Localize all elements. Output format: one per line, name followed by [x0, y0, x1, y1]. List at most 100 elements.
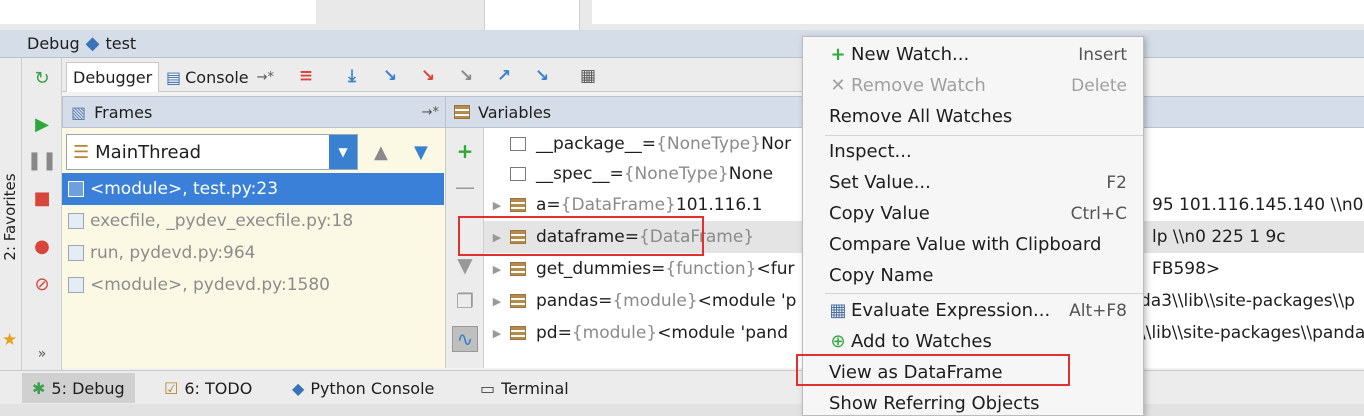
stop-icon[interactable]: ■: [30, 186, 54, 210]
frame-icon: [68, 213, 84, 229]
favorites-strip: 2: Favorites ★: [0, 58, 22, 370]
variables-icon: [454, 105, 470, 119]
variable-value-tail: da3\\lib\\site-packages\\p: [1140, 291, 1355, 311]
step-into-icon[interactable]: ↘: [378, 64, 402, 88]
variable-type: {DataFrame}: [560, 195, 676, 215]
bottom-tab-label: 5: Debug: [51, 378, 125, 398]
frame-item[interactable]: <module>, test.py:23: [62, 173, 444, 205]
thread-name: MainThread: [95, 141, 202, 163]
thread-icon: ☰: [73, 141, 90, 163]
copy-icon[interactable]: ❐: [452, 288, 478, 314]
expand-icon[interactable]: ▶: [488, 295, 506, 308]
menu-item-inspect[interactable]: Inspect...: [803, 136, 1143, 167]
view-breakpoints-icon[interactable]: ●: [30, 234, 54, 258]
thread-selector[interactable]: ☰ MainThread ▼: [66, 134, 358, 170]
frame-icon: [68, 181, 84, 197]
next-frame-icon[interactable]: ▼: [414, 142, 428, 163]
frame-item[interactable]: run, pydevd.py:964: [62, 237, 444, 269]
previous-frame-icon[interactable]: ▲: [374, 142, 388, 163]
expand-icon[interactable]: ▶: [488, 327, 506, 340]
tool-window-bar: ✱ 5: Debug ☑ 6: TODO ◆ Python Console ▭ …: [0, 370, 1364, 404]
bottom-tab-debug[interactable]: ✱ 5: Debug: [22, 373, 135, 403]
rerun-icon[interactable]: ↻: [30, 66, 54, 90]
tab-debugger[interactable]: Debugger: [66, 62, 160, 92]
step-out-icon[interactable]: ↗: [492, 64, 516, 88]
frames-header: ▧ Frames →*: [62, 96, 446, 128]
variable-value-tail: FB598>: [1152, 259, 1221, 279]
frame-item[interactable]: <module>, pydevd.py:1580: [62, 269, 444, 301]
menu-item-new-watch[interactable]: + New Watch... Insert: [803, 39, 1143, 70]
step-into-my-code-icon[interactable]: ↘: [416, 64, 440, 88]
editor-strip: [0, 0, 1364, 30]
variable-icon: [510, 326, 526, 340]
variable-icon: [510, 198, 526, 212]
add-watches-icon: ⊕: [830, 331, 846, 352]
field-icon: [510, 167, 526, 181]
bug-icon: ✱: [32, 378, 46, 398]
console-icon: ▤: [166, 67, 182, 87]
remove-watch-icon: ✕: [830, 75, 846, 96]
expand-icon[interactable]: ▶: [488, 199, 506, 212]
step-over-icon[interactable]: ⤓: [340, 64, 364, 88]
menu-item-copy-name[interactable]: Copy Name: [803, 260, 1143, 291]
variable-icon: [510, 294, 526, 308]
show-execution-point-icon[interactable]: ≡: [294, 64, 318, 88]
debug-title: Debug: [27, 34, 80, 53]
force-step-into-icon[interactable]: ↘: [454, 64, 478, 88]
menu-item-evaluate-expression[interactable]: ▦ Evaluate Expression... Alt+F8: [803, 295, 1143, 326]
menu-item-remove-all-watches[interactable]: Remove All Watches: [803, 101, 1143, 132]
todo-icon: ☑: [164, 378, 179, 398]
star-icon: ★: [2, 330, 18, 350]
pause-icon[interactable]: ❚❚: [27, 148, 57, 172]
frame-icon: [68, 245, 84, 261]
terminal-icon: ▭: [480, 378, 496, 398]
frames-title: Frames: [94, 102, 153, 122]
tab-console-label: Console: [185, 67, 249, 87]
expand-icon[interactable]: ▶: [488, 263, 506, 276]
menu-item-set-value[interactable]: Set Value... F2: [803, 167, 1143, 198]
variable-name: __spec__: [536, 164, 610, 184]
console-pin-icon[interactable]: →*: [257, 70, 274, 85]
variable-name: a: [536, 195, 547, 215]
menu-separator: [825, 293, 1143, 294]
bottom-tab-todo[interactable]: ☑ 6: TODO: [154, 373, 262, 403]
frames-panel: ☰ MainThread ▼ ▲ ▼ <module>, test.py:23 …: [62, 128, 446, 368]
chevron-down-icon[interactable]: ▼: [329, 135, 357, 169]
calculator-icon: ▦: [829, 300, 847, 321]
frames-pin-icon[interactable]: →*: [422, 105, 439, 120]
variable-value: <module 'p: [697, 291, 797, 311]
frame-label: <module>, pydevd.py:1580: [90, 275, 330, 295]
frames-icon: ▧: [71, 102, 87, 122]
menu-item-add-to-watches[interactable]: ⊕ Add to Watches: [803, 326, 1143, 357]
run-to-cursor-icon[interactable]: ↘: [530, 64, 554, 88]
bottom-tab-python-console[interactable]: ◆ Python Console: [282, 373, 444, 403]
tab-debugger-label: Debugger: [73, 68, 153, 87]
remove-watch-icon[interactable]: —: [452, 174, 478, 200]
variable-name: get_dummies: [536, 259, 652, 279]
new-watch-icon[interactable]: +: [452, 138, 478, 164]
tab-console[interactable]: ▤ Console →*: [160, 62, 280, 92]
variables-title: Variables: [478, 102, 552, 122]
field-icon: [510, 137, 526, 151]
favorites-tab[interactable]: 2: Favorites: [1, 167, 19, 267]
evaluate-expression-icon[interactable]: ▦: [576, 64, 600, 88]
menu-item-compare-clipboard[interactable]: Compare Value with Clipboard: [803, 229, 1143, 260]
more-tools-icon[interactable]: »: [30, 342, 54, 366]
menu-item-remove-watch[interactable]: ✕ Remove Watch Delete: [803, 70, 1143, 101]
mute-breakpoints-icon[interactable]: ⊘: [30, 272, 54, 296]
bottom-tab-terminal[interactable]: ▭ Terminal: [470, 373, 579, 403]
frame-label: run, pydevd.py:964: [90, 243, 256, 263]
watches-icon[interactable]: ∿: [452, 326, 478, 352]
variable-value: <module 'pand: [657, 323, 788, 343]
bottom-tab-label: Terminal: [501, 378, 569, 398]
plus-watch-icon: +: [830, 44, 846, 65]
resume-icon[interactable]: ▶: [30, 112, 54, 136]
frame-item[interactable]: execfile, _pydev_execfile.py:18: [62, 205, 444, 237]
variable-value: 101.116.1: [675, 195, 763, 215]
frame-label: execfile, _pydev_execfile.py:18: [90, 211, 354, 231]
menu-item-show-referring-objects[interactable]: Show Referring Objects: [803, 388, 1143, 416]
debug-tabs-row: Debugger ▤ Console →* ≡ ⤓ ↘ ↘ ↘ ↗ ↘ ▦: [62, 58, 804, 92]
variable-icon: [510, 262, 526, 276]
debug-actions-toolbar: ↻ ▶ ❚❚ ■ ● ⊘ »: [22, 58, 62, 370]
menu-item-copy-value[interactable]: Copy Value Ctrl+C: [803, 198, 1143, 229]
